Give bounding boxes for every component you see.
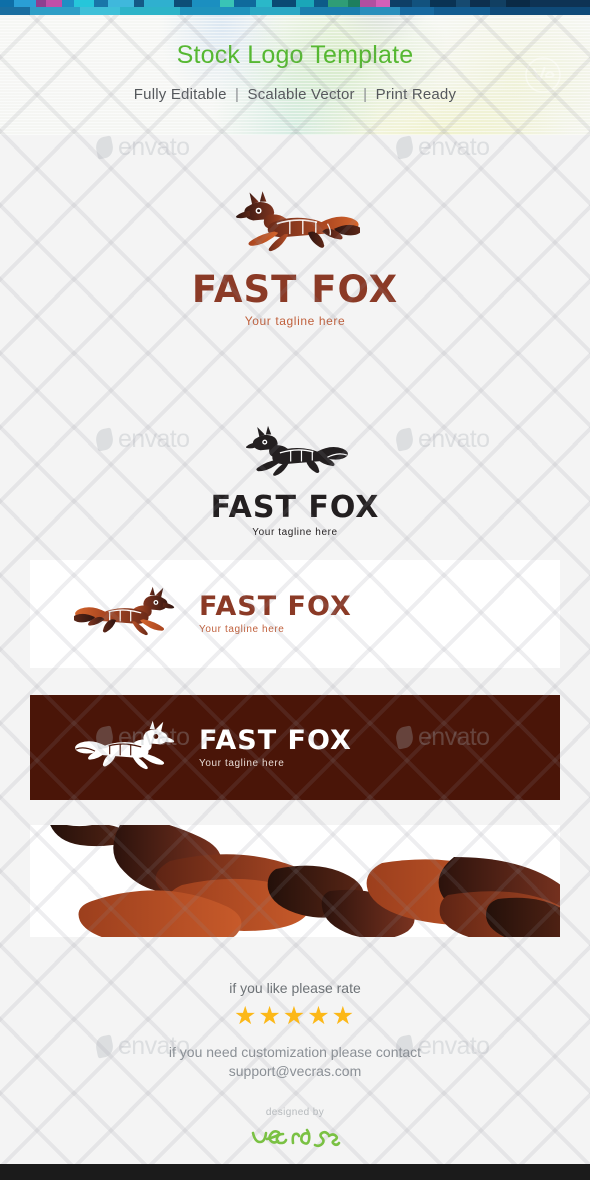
contact-line-1: if you need customization please contact <box>168 1044 422 1060</box>
logo-wordmark: FAST FOX <box>210 490 380 525</box>
glitch-row-top <box>0 0 590 7</box>
fox-zoom-detail-art <box>30 825 560 937</box>
logo-wordmark: FAST FOX <box>199 724 352 756</box>
star-rating[interactable]: ★★★★★ <box>0 1004 590 1029</box>
feature-print-ready: Print Ready <box>375 86 457 103</box>
vecras-logo-icon <box>251 1128 341 1147</box>
logo-variant-color-stacked: FAST FOX Your tagline here <box>0 190 590 328</box>
rate-prompt: if you like please rate <box>229 980 361 996</box>
logo-variant-horizontal-light: FAST FOX Your tagline here <box>30 560 560 668</box>
envato-leaf-icon <box>94 135 115 160</box>
logo-variant-zoom-detail <box>30 825 560 937</box>
contact-info: if you need customization please contact… <box>0 1043 590 1081</box>
page-title: Stock Logo Template <box>176 41 414 69</box>
banner-text-group: FAST FOX Your tagline here <box>199 593 352 635</box>
footer: if you like please rate ★★★★★ if you nee… <box>0 980 590 1155</box>
envato-watermark: envato <box>94 133 190 162</box>
vecras-brand-logo[interactable] <box>0 1124 590 1155</box>
running-fox-icon <box>245 425 348 476</box>
envato-watermark-text: envato <box>118 133 190 161</box>
ve-circle-watermark-icon <box>525 57 561 93</box>
logo-variant-horizontal-dark: FAST FOX Your tagline here <box>30 695 560 800</box>
running-fox-icon <box>235 191 362 252</box>
logo-template-preview: Stock Logo Template Fully Editable | Sca… <box>0 0 590 1180</box>
designed-by-label: designed by <box>265 1106 325 1118</box>
feature-separator-1: | <box>235 86 240 103</box>
envato-watermark: envato <box>394 133 490 162</box>
envato-watermark-text: envato <box>418 133 490 161</box>
envato-leaf-icon <box>394 135 415 160</box>
logo-wordmark: FAST FOX <box>199 591 352 622</box>
feature-list: Fully Editable | Scalable Vector | Print… <box>0 86 590 103</box>
logo-tagline: Your tagline here <box>199 757 285 769</box>
feature-scalable-vector: Scalable Vector <box>247 86 355 103</box>
running-fox-icon <box>75 720 175 769</box>
support-email[interactable]: support@vecras.com <box>0 1062 590 1081</box>
logo-tagline: Your tagline here <box>199 624 285 635</box>
glitch-row-bottom <box>0 7 590 15</box>
feature-fully-editable: Fully Editable <box>133 86 227 103</box>
logo-variant-black-stacked: FAST FOX Your tagline here <box>0 425 590 538</box>
feature-separator-2: | <box>363 86 368 103</box>
logo-tagline: Your tagline here <box>244 314 346 328</box>
logo-tagline: Your tagline here <box>252 527 338 538</box>
top-glitch-strip <box>0 0 590 15</box>
header-banner: Stock Logo Template Fully Editable | Sca… <box>0 15 590 135</box>
running-fox-icon <box>74 586 175 636</box>
bottom-bar <box>0 1164 590 1180</box>
logo-wordmark: FAST FOX <box>191 268 399 311</box>
banner-text-group: FAST FOX Your tagline here <box>199 727 352 769</box>
